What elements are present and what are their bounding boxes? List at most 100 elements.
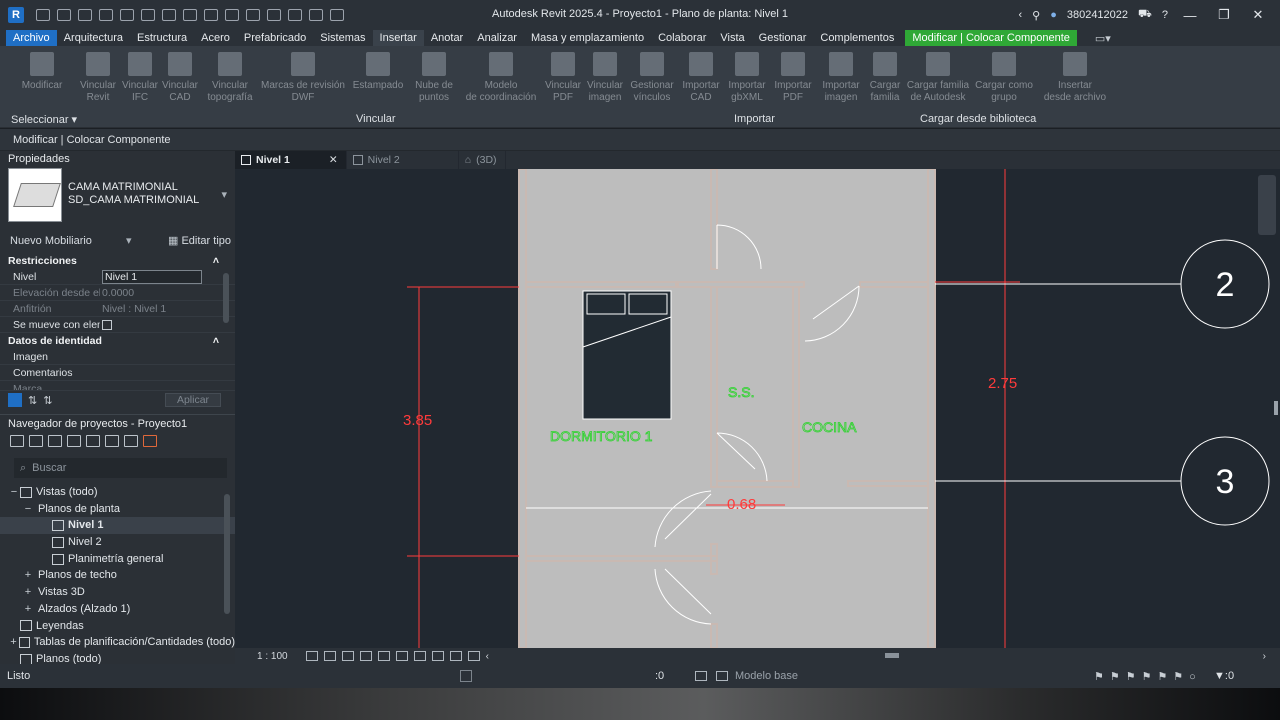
print-icon[interactable] <box>162 9 176 21</box>
sheet-icon[interactable] <box>48 435 62 447</box>
horizontal-scrollbar[interactable] <box>885 653 899 658</box>
switch-windows-icon[interactable] <box>330 9 344 21</box>
tree-planimetria[interactable]: Planimetría general <box>0 551 235 568</box>
tree-vistas-3d[interactable]: + Vistas 3D <box>0 584 235 601</box>
load-autodesk-family-button[interactable]: Cargar familia de Autodesk <box>905 48 971 110</box>
tree-planos-techo[interactable]: + Planos de techo <box>0 567 235 584</box>
tab-gestionar[interactable]: Gestionar <box>752 30 814 46</box>
home-icon[interactable] <box>10 435 24 447</box>
3d-view-icon[interactable] <box>267 9 281 21</box>
user-name[interactable]: 3802412022 <box>1067 9 1128 21</box>
tab-sistemas[interactable]: Sistemas <box>313 30 372 46</box>
close-hidden-icon[interactable] <box>309 9 323 21</box>
dwf-markup-button[interactable]: Marcas de revisión DWF <box>259 48 347 110</box>
chevron-down-icon[interactable]: ▾ <box>221 188 227 224</box>
tab-vista[interactable]: Vista <box>713 30 751 46</box>
tree-tablas[interactable]: + Tablas de planificación/Cantidades (tod… <box>0 634 235 651</box>
unlock-icon[interactable] <box>413 651 426 661</box>
link-pdf-button[interactable]: Vincular PDF <box>543 48 583 110</box>
tree-planos-planta[interactable]: − Planos de planta <box>0 501 235 518</box>
sort-az-icon[interactable]: ⇅ <box>28 394 37 407</box>
camera-icon[interactable]: ▭▾ <box>1095 32 1111 45</box>
sync-icon[interactable] <box>99 9 113 21</box>
browser-search[interactable]: ⌕ Buscar <box>14 458 227 478</box>
link-ifc-button[interactable]: Vincular IFC <box>122 48 158 110</box>
family-icon[interactable] <box>86 435 100 447</box>
edit-type-button[interactable]: ▦ Editar tipo <box>168 234 231 247</box>
undo-icon[interactable] <box>120 9 134 21</box>
scale-selector[interactable]: 1 : 100 <box>257 651 288 662</box>
instance-filter[interactable]: Nuevo Mobiliario ▾ <box>10 234 131 247</box>
tab-complementos[interactable]: Complementos <box>813 30 901 46</box>
browser-scrollbar[interactable] <box>224 494 230 614</box>
tab-anotar[interactable]: Anotar <box>424 30 470 46</box>
tree-nivel-2[interactable]: Nivel 2 <box>0 534 235 551</box>
editable-icon[interactable] <box>695 671 707 681</box>
close-icon[interactable]: ✕ <box>329 154 338 166</box>
open-icon[interactable] <box>57 9 71 21</box>
drawing-area[interactable]: Nivel 1 ✕ Nivel 2 ⌂ (3D) 2 3 3.85 2.75 0… <box>235 151 1280 664</box>
minimize-button[interactable]: — <box>1178 8 1202 23</box>
section-icon[interactable] <box>288 9 302 21</box>
link-image-button[interactable]: Vincular imagen <box>585 48 625 110</box>
revit-link-icon[interactable] <box>124 435 138 447</box>
manage-links-button[interactable]: Gestionar vínculos <box>627 48 677 110</box>
sort-icon[interactable] <box>8 393 22 407</box>
tab-acero[interactable]: Acero <box>194 30 237 46</box>
import-cad-button[interactable]: Importar CAD <box>679 48 723 110</box>
import-pdf-button[interactable]: Importar PDF <box>771 48 815 110</box>
worksharing-icon[interactable] <box>467 651 480 661</box>
link-icon[interactable] <box>143 435 157 447</box>
tab-estructura[interactable]: Estructura <box>130 30 194 46</box>
point-cloud-button[interactable]: Nube de puntos <box>409 48 459 110</box>
sun-path-icon[interactable] <box>341 651 354 661</box>
share-icon[interactable]: ⚲ <box>1032 9 1040 22</box>
tab-modificar-colocar[interactable]: Modificar | Colocar Componente <box>905 30 1077 46</box>
model-selector[interactable]: Modelo base <box>735 670 798 682</box>
moves-checkbox[interactable] <box>102 320 112 330</box>
navigation-bar[interactable] <box>1258 175 1276 235</box>
design-options-icon[interactable] <box>716 671 728 681</box>
text-icon[interactable] <box>246 9 260 21</box>
tree-leyendas[interactable]: Leyendas <box>0 618 235 635</box>
tab-masa[interactable]: Masa y emplazamiento <box>524 30 651 46</box>
load-as-group-button[interactable]: Cargar como grupo <box>973 48 1035 110</box>
decal-button[interactable]: Estampado <box>349 48 407 110</box>
vertical-scrollbar[interactable] <box>1274 401 1278 415</box>
home-icon[interactable] <box>36 9 50 21</box>
group-icon[interactable] <box>105 435 119 447</box>
tab-colaborar[interactable]: Colaborar <box>651 30 713 46</box>
tree-alzados[interactable]: + Alzados (Alzado 1) <box>0 601 235 618</box>
reveal-hidden-icon[interactable] <box>449 651 462 661</box>
properties-scrollbar[interactable] <box>223 273 229 323</box>
type-selector[interactable]: CAMA MATRIMONIAL SD_CAMA MATRIMONIAL ▾ <box>8 168 227 224</box>
floor-plan[interactable]: 2 3 3.85 2.75 0.68 DORMITORIO 1 S.S. COC… <box>235 169 1280 648</box>
temp-hide-icon[interactable] <box>431 651 444 661</box>
selection-tools[interactable]: ⚑⚑⚑⚑⚑⚑○ <box>1094 670 1202 683</box>
revit-logo-icon[interactable]: R <box>8 7 24 23</box>
chevron-left-icon[interactable]: ‹ <box>486 651 489 662</box>
tab-archivo[interactable]: Archivo <box>6 30 57 46</box>
group-identidad[interactable]: Datos de identidad ˄ <box>0 333 235 349</box>
visual-style-icon[interactable] <box>323 651 336 661</box>
tab-arquitectura[interactable]: Arquitectura <box>57 30 130 46</box>
user-icon[interactable]: ● <box>1050 9 1057 21</box>
link-cad-button[interactable]: Vincular CAD <box>159 48 201 110</box>
save-icon[interactable] <box>78 9 92 21</box>
restore-button[interactable]: ❐ <box>1212 7 1236 23</box>
crop-region-icon[interactable] <box>395 651 408 661</box>
load-family-button[interactable]: Cargar familia <box>867 48 903 110</box>
filter-icon[interactable]: :0 <box>655 670 664 682</box>
help-icon[interactable]: ? <box>1162 9 1168 21</box>
measure-icon[interactable] <box>183 9 197 21</box>
level-field[interactable] <box>102 270 202 284</box>
tab-analizar[interactable]: Analizar <box>470 30 524 46</box>
tab-nivel-1[interactable]: Nivel 1 ✕ <box>235 151 347 169</box>
filter-count[interactable]: ▼:0 <box>1214 670 1234 682</box>
tab-nivel-2[interactable]: Nivel 2 <box>347 151 459 169</box>
close-button[interactable]: ✕ <box>1246 7 1270 23</box>
zoom-icon[interactable] <box>29 435 43 447</box>
apply-button[interactable]: Aplicar <box>165 393 221 407</box>
import-image-button[interactable]: Importar imagen <box>817 48 865 110</box>
dimension-icon[interactable] <box>204 9 218 21</box>
